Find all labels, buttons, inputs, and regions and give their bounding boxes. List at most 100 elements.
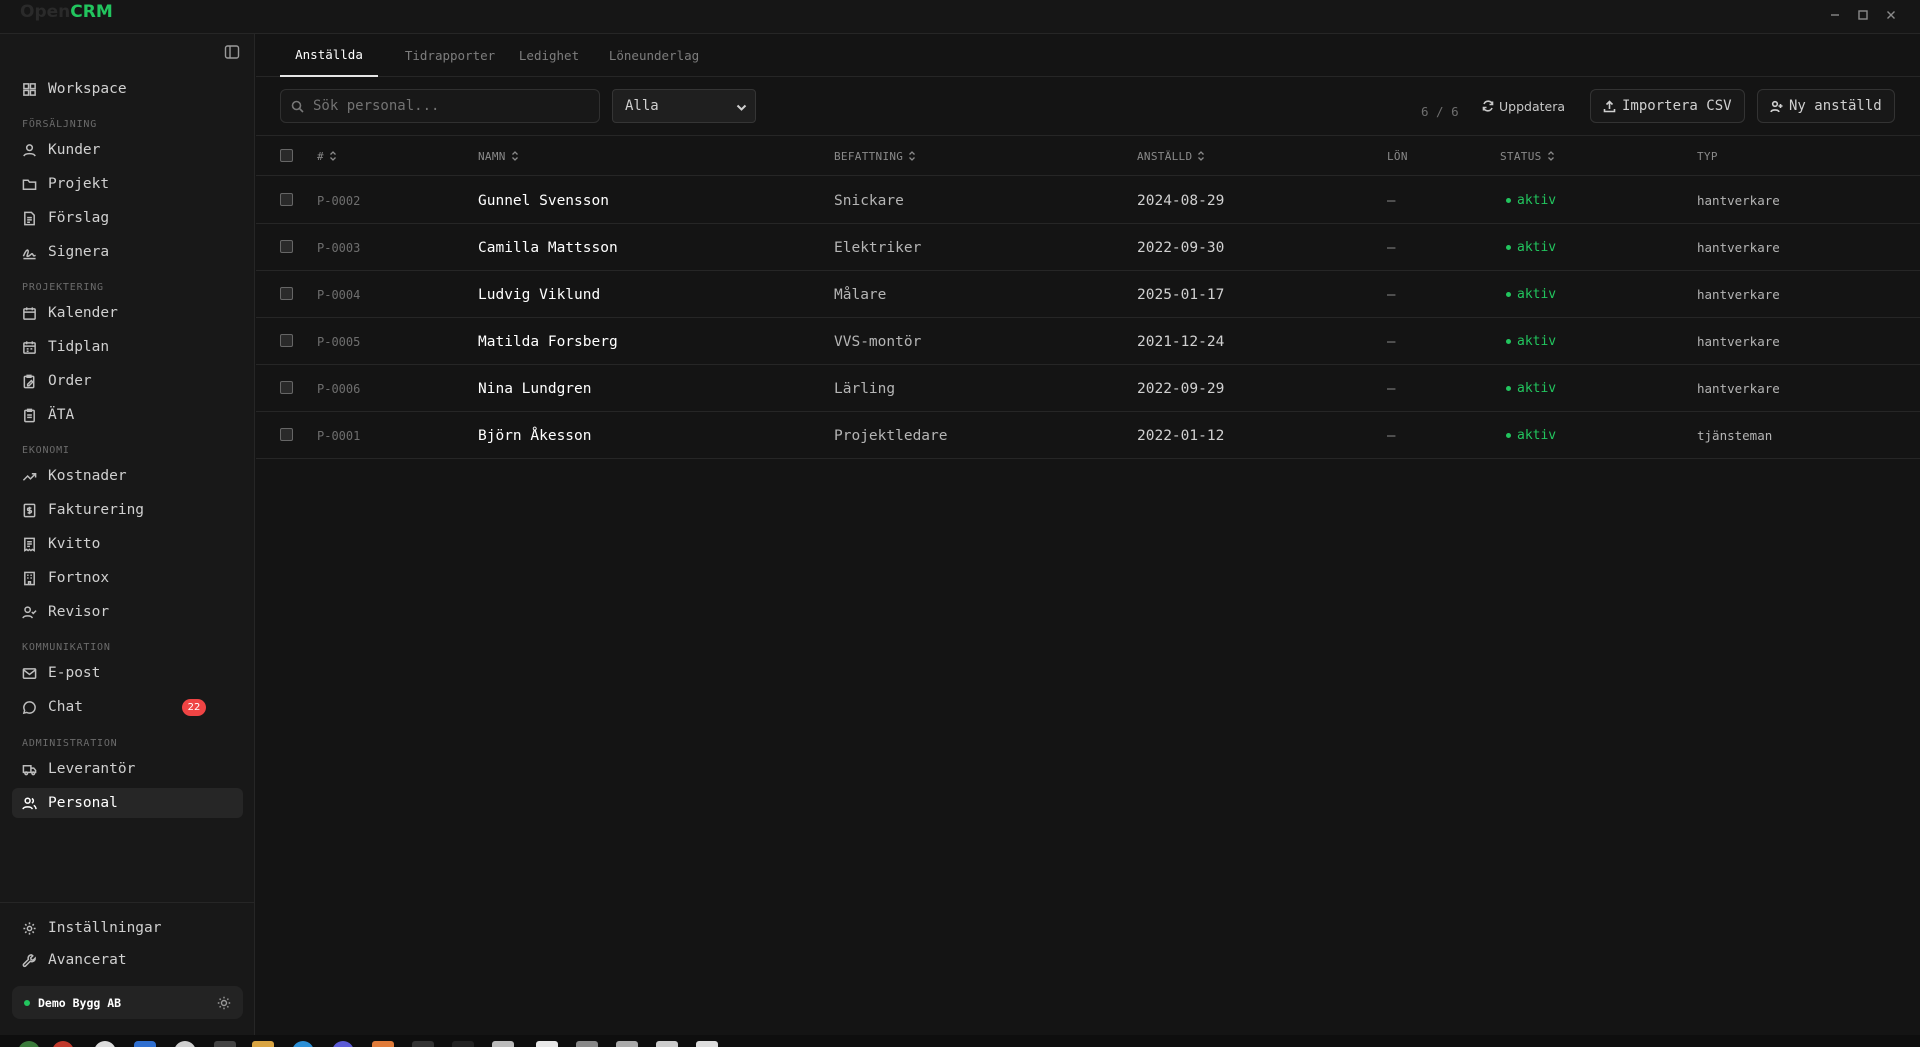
taskbar-app-icon[interactable] <box>452 1041 474 1047</box>
row-checkbox[interactable] <box>280 334 293 347</box>
gear-icon <box>23 921 36 935</box>
unread-badge: 22 <box>182 699 206 716</box>
document-icon <box>24 211 35 225</box>
main-content: Anställda Tidrapporter Ledighet Löneunde… <box>256 34 1920 1035</box>
sidebar-item-fakturering[interactable]: Fakturering <box>12 495 243 525</box>
taskbar-app-icon[interactable] <box>696 1041 718 1047</box>
import-csv-button[interactable]: Importera CSV <box>1590 89 1745 123</box>
status-badge: aktiv <box>1506 224 1556 271</box>
sidebar-item-forslag[interactable]: Förslag <box>12 203 243 233</box>
search-icon <box>291 100 304 113</box>
employee-id: P-0006 <box>317 381 361 396</box>
taskbar-app-icon[interactable] <box>94 1041 116 1047</box>
sidebar-item-chat[interactable]: Chat 22 <box>12 692 243 722</box>
company-switcher[interactable]: Demo Bygg AB <box>12 986 243 1019</box>
row-checkbox[interactable] <box>280 240 293 253</box>
employee-position: VVS-montör <box>834 333 922 350</box>
status-badge: aktiv <box>1506 177 1556 224</box>
employee-position: Snickare <box>834 192 904 209</box>
taskbar-app-icon[interactable] <box>372 1041 394 1047</box>
refresh-button[interactable]: Uppdatera <box>1482 89 1565 123</box>
calendar-icon <box>23 306 36 320</box>
sidebar-item-kunder[interactable]: Kunder <box>12 135 243 165</box>
sort-icon <box>1547 151 1554 161</box>
sidebar-item-ata[interactable]: ÄTA <box>12 400 243 430</box>
table-row[interactable]: P-0005 Matilda Forsberg VVS-montör 2021-12-… <box>256 318 1920 365</box>
taskbar-app-icon[interactable] <box>576 1041 598 1047</box>
employee-id: P-0003 <box>317 240 361 255</box>
sidebar-item-revisor[interactable]: Revisor <box>12 597 243 627</box>
select-all-checkbox[interactable] <box>280 149 293 162</box>
sidebar-item-avancerat[interactable]: Avancerat <box>12 945 243 975</box>
column-header-salary: LÖN <box>1387 149 1408 163</box>
row-checkbox[interactable] <box>280 193 293 206</box>
sidebar-item-workspace[interactable]: Workspace <box>12 74 243 104</box>
section-title: PROJEKTERING <box>22 282 104 293</box>
sidebar-item-tidplan[interactable]: Tidplan <box>12 332 243 362</box>
employee-hired-date: 2024-08-29 <box>1137 192 1225 209</box>
column-header-hired[interactable]: ANSTÄLLD <box>1137 136 1205 176</box>
sidebar-item-kalender[interactable]: Kalender <box>12 298 243 328</box>
taskbar-app-icon[interactable] <box>52 1041 74 1047</box>
tab-loneunderlag[interactable]: Löneunderlag <box>594 34 714 77</box>
column-header-id[interactable]: # <box>317 136 337 176</box>
sidebar-item-personal[interactable]: Personal <box>12 788 243 818</box>
row-checkbox[interactable] <box>280 287 293 300</box>
employee-id: P-0005 <box>317 334 361 349</box>
tab-ledighet[interactable]: Ledighet <box>504 34 594 77</box>
filter-select[interactable]: Alla <box>612 89 756 123</box>
taskbar-app-icon[interactable] <box>332 1041 354 1047</box>
search-input[interactable] <box>313 98 593 114</box>
close-icon[interactable] <box>1880 4 1902 26</box>
sidebar-item-leverantor[interactable]: Leverantör <box>12 754 243 784</box>
sidebar-toggle-icon[interactable] <box>224 44 242 62</box>
maximize-icon[interactable] <box>1852 4 1874 26</box>
column-header-position[interactable]: BEFATTNING <box>834 136 916 176</box>
sidebar-item-installningar[interactable]: Inställningar <box>12 913 243 943</box>
table-row[interactable]: P-0004 Ludvig Viklund Målare 2025-01-17 — akt… <box>256 271 1920 318</box>
new-employee-button[interactable]: Ny anställd <box>1757 89 1895 123</box>
status-dot <box>1506 198 1511 203</box>
column-header-status[interactable]: STATUS <box>1500 136 1555 176</box>
taskbar-app-icon[interactable] <box>492 1041 514 1047</box>
taskbar-app-icon[interactable] <box>134 1041 156 1047</box>
column-header-name[interactable]: NAMN <box>478 136 519 176</box>
sidebar-item-e-post[interactable]: E-post <box>12 658 243 688</box>
table-row[interactable]: P-0002 Gunnel Svensson Snickare 2024-08-29 —… <box>256 177 1920 224</box>
status-dot <box>24 999 30 1006</box>
employee-hired-date: 2022-09-29 <box>1137 380 1225 397</box>
minimize-icon[interactable] <box>1824 4 1846 26</box>
sidebar-item-kvitto[interactable]: Kvitto <box>12 529 243 559</box>
sidebar-item-order[interactable]: Order <box>12 366 243 396</box>
taskbar-app-icon[interactable] <box>174 1041 196 1047</box>
sidebar-item-fortnox[interactable]: Fortnox <box>12 563 243 593</box>
sidebar-item-projekt[interactable]: Projekt <box>12 169 243 199</box>
taskbar-app-icon[interactable] <box>292 1041 314 1047</box>
taskbar-app-icon[interactable] <box>536 1041 558 1047</box>
sidebar-item-signera[interactable]: Signera <box>12 237 243 267</box>
table-row[interactable]: P-0003 Camilla Mattsson Elektriker 2022-09-… <box>256 224 1920 271</box>
taskbar-app-icon[interactable] <box>616 1041 638 1047</box>
sort-icon <box>909 151 916 161</box>
section-title: EKONOMI <box>22 445 70 456</box>
taskbar-app-icon[interactable] <box>18 1041 40 1047</box>
sidebar-item-kostnader[interactable]: Kostnader <box>12 461 243 491</box>
row-checkbox[interactable] <box>280 428 293 441</box>
employee-name: Nina Lundgren <box>478 380 592 397</box>
clipboard-icon <box>24 408 35 422</box>
sort-icon <box>1198 151 1205 161</box>
truck-icon <box>22 764 37 775</box>
row-checkbox[interactable] <box>280 381 293 394</box>
sidebar: Workspace FÖRSÄLJNING Kunder Projekt För… <box>0 34 255 1035</box>
table-row[interactable]: P-0001 Björn Åkesson Projektledare 2022-01-… <box>256 412 1920 459</box>
taskbar-app-icon[interactable] <box>412 1041 434 1047</box>
user-check-icon <box>22 605 37 619</box>
table-row[interactable]: P-0006 Nina Lundgren Lärling 2022-09-29 — akt… <box>256 365 1920 412</box>
tab-tidrapporter[interactable]: Tidrapporter <box>390 34 510 77</box>
employee-hired-date: 2022-01-12 <box>1137 427 1225 444</box>
sun-icon[interactable] <box>217 996 231 1010</box>
taskbar-app-icon[interactable] <box>656 1041 678 1047</box>
taskbar-app-icon[interactable] <box>252 1041 274 1047</box>
taskbar-app-icon[interactable] <box>214 1041 236 1047</box>
tab-anstallda[interactable]: Anställda <box>280 34 378 77</box>
